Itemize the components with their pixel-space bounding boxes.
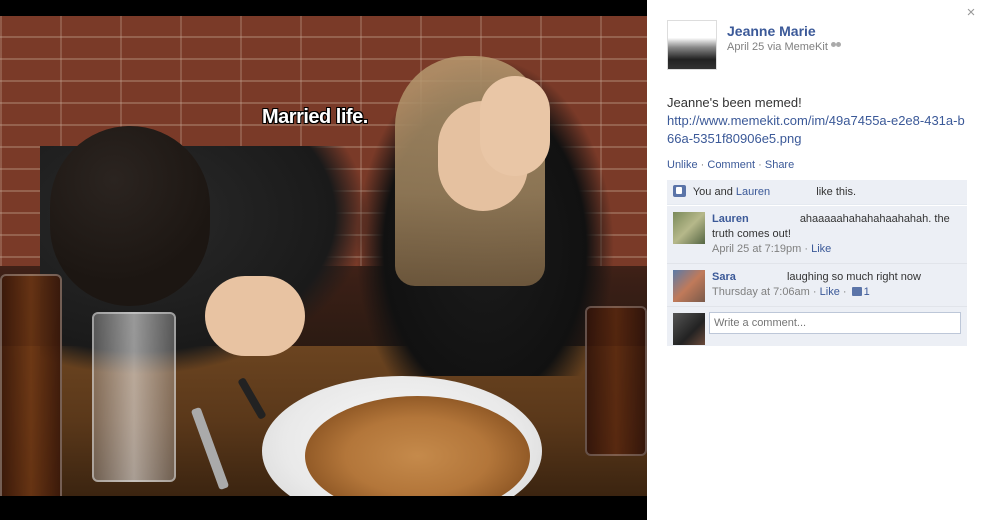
post-link[interactable]: http://www.memekit.com/im/49a7455a-e2e8-… — [667, 112, 967, 148]
meme-caption: Married life. — [262, 106, 368, 128]
comment-meta: Thursday at 7:06am · Like · 1 — [712, 285, 961, 300]
separator: · — [842, 286, 847, 298]
post-meta: April 25 via MemeKit — [727, 41, 841, 53]
likes-you-and: You and — [692, 186, 733, 198]
post-header: Jeanne Marie April 25 via MemeKit — [667, 20, 967, 72]
author-avatar[interactable] — [667, 20, 717, 70]
water-glass — [92, 312, 176, 482]
comment-like-link[interactable]: Like — [820, 286, 840, 298]
beer-glass-left — [0, 274, 62, 496]
likes-suffix: like this. — [816, 186, 857, 198]
comment-time[interactable]: April 25 at 7:19pm — [712, 243, 801, 255]
likes-friend-link[interactable]: Lauren — [736, 186, 770, 198]
likes-summary: You and Lauren like this. — [667, 180, 967, 205]
separator: · — [700, 159, 705, 171]
comment-meta: April 25 at 7:19pm · Like — [712, 242, 961, 257]
friends-audience-icon[interactable] — [830, 42, 841, 51]
comment-like-count[interactable]: 1 — [864, 286, 870, 298]
comment-item: Lauren ahaaaaahahahahaahahah. the truth … — [667, 205, 967, 263]
beer-glass-right — [585, 306, 647, 456]
separator: · — [804, 243, 809, 255]
commenter-avatar[interactable] — [673, 270, 705, 302]
comment-like-link[interactable]: Like — [811, 243, 831, 255]
comment-time[interactable]: Thursday at 7:06am — [712, 286, 810, 298]
comment-text: laughing so much right now — [786, 271, 921, 283]
like-thumb-icon[interactable] — [851, 287, 862, 296]
commenter-avatar[interactable] — [673, 212, 705, 244]
post-message: Jeanne's been memed! — [667, 95, 802, 110]
comment-author-link[interactable]: Lauren — [712, 213, 749, 225]
write-comment-row — [667, 306, 967, 346]
meme-photo[interactable]: Married life. — [0, 16, 647, 496]
post-body: Jeanne's been memed! http://www.memekit.… — [667, 94, 967, 148]
man-hand — [205, 276, 305, 356]
unlike-link[interactable]: Unlike — [667, 159, 698, 171]
post-actions: Unlike · Comment · Share — [667, 159, 794, 171]
photo-viewer: Married life. — [0, 0, 647, 520]
comment-author-link[interactable]: Sara — [712, 271, 736, 283]
share-link[interactable]: Share — [765, 159, 794, 171]
comment-item: Sara laughing so much right now Thursday… — [667, 263, 967, 306]
feedback-box: You and Lauren like this. Lauren ahaaaaa… — [667, 180, 967, 346]
man-head — [50, 126, 210, 306]
write-comment-input[interactable] — [709, 312, 961, 334]
like-thumb-icon — [673, 185, 686, 197]
post-sidebar: × Jeanne Marie April 25 via MemeKit Jean… — [647, 0, 987, 520]
close-icon[interactable]: × — [963, 5, 979, 21]
post-date-via[interactable]: April 25 via MemeKit — [727, 41, 828, 53]
comment-link[interactable]: Comment — [707, 159, 755, 171]
current-user-avatar — [673, 313, 705, 345]
separator: · — [812, 286, 817, 298]
separator: · — [758, 159, 762, 171]
woman-hand — [480, 76, 550, 176]
author-name-link[interactable]: Jeanne Marie — [727, 23, 816, 39]
